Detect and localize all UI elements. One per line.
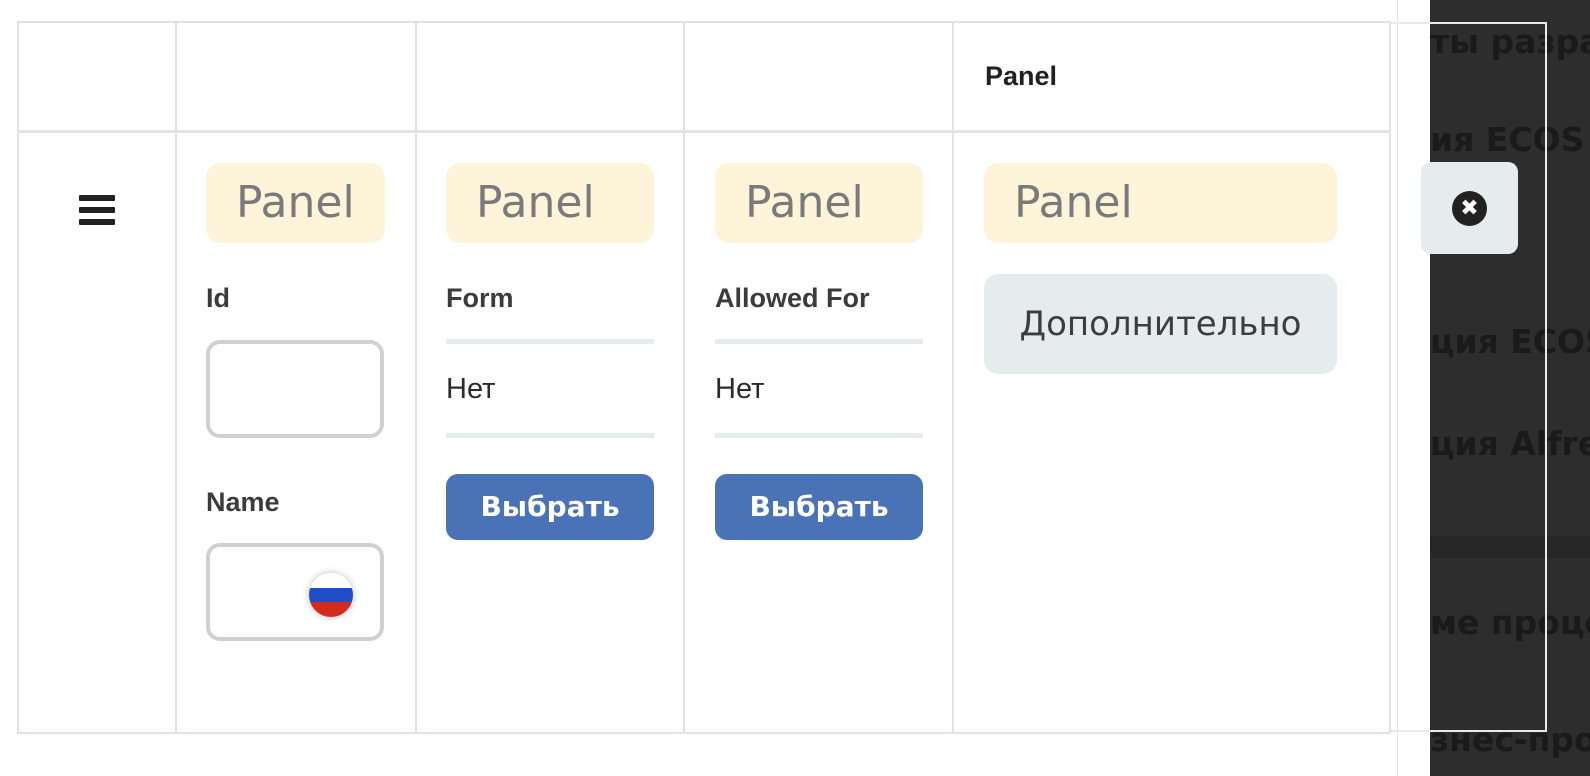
remove-row-button[interactable]: ✖ xyxy=(1421,162,1518,254)
column-divider xyxy=(952,23,954,732)
panel-chip: Panel xyxy=(715,163,923,243)
form-label: Form xyxy=(446,283,514,313)
panel-chip: Panel xyxy=(984,163,1337,243)
table-header: Panel xyxy=(19,23,1389,131)
column-header-panel: Panel xyxy=(985,61,1058,91)
close-circle-icon: ✖ xyxy=(1452,191,1487,226)
allowed-for-label: Allowed For xyxy=(715,283,870,313)
column-divider xyxy=(175,23,177,732)
allowed-for-value: Нет xyxy=(715,373,765,405)
id-input[interactable] xyxy=(206,340,384,438)
name-input[interactable] xyxy=(206,543,384,641)
form-value: Нет xyxy=(446,373,496,405)
advanced-button[interactable]: Дополнительно xyxy=(984,274,1337,374)
field-divider xyxy=(715,433,923,438)
form-select-button[interactable]: Выбрать xyxy=(446,474,654,540)
header-divider xyxy=(19,130,1389,133)
id-label: Id xyxy=(206,283,230,313)
column-divider xyxy=(683,23,685,732)
column-divider xyxy=(415,23,417,732)
hamburger-icon[interactable] xyxy=(79,195,115,225)
field-divider xyxy=(446,339,654,344)
allowed-for-select-button[interactable]: Выбрать xyxy=(715,474,923,540)
panel-chip: Panel xyxy=(206,163,385,243)
name-label: Name xyxy=(206,487,280,517)
datagrid-table: Panel Panel Id Name Panel Form Нет Выбра… xyxy=(17,21,1391,734)
panel-chip: Panel xyxy=(446,163,654,243)
field-divider xyxy=(446,433,654,438)
russia-flag-icon[interactable] xyxy=(309,573,353,617)
field-divider xyxy=(715,339,923,344)
